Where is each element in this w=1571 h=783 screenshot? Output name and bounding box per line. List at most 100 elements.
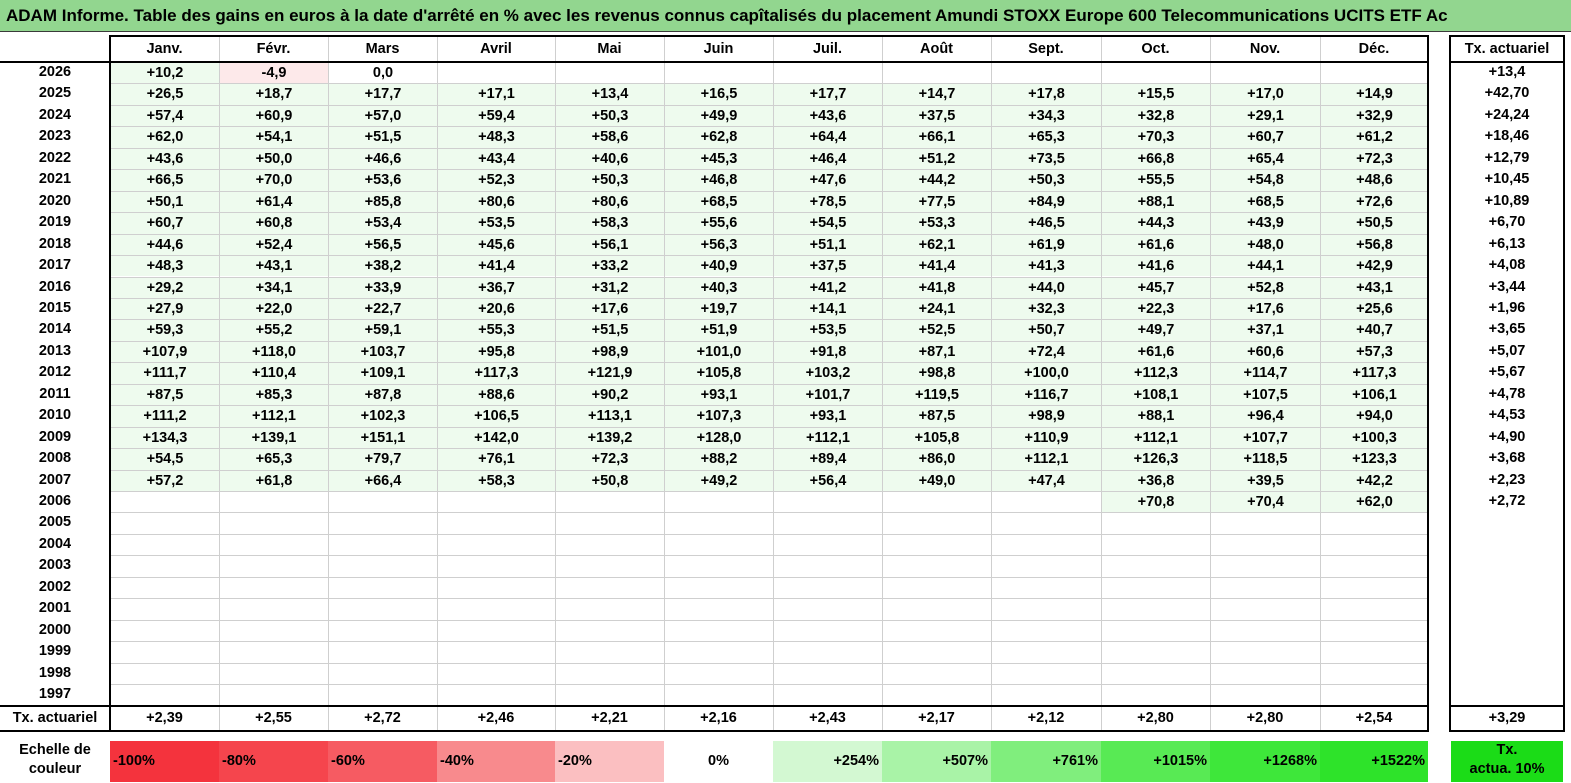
table-cell — [992, 664, 1101, 684]
footer-cell: +2,12 — [1027, 710, 1065, 726]
table-cell: +29,1 — [1211, 105, 1320, 127]
table-cell: +86,0 — [883, 449, 991, 470]
row-gridline — [110, 405, 1428, 407]
page-title: ADAM Informe. Table des gains en euros à… — [0, 0, 1571, 32]
table-cell: +45,6 — [438, 234, 555, 256]
table-cell: +41,4 — [883, 256, 991, 277]
table-cell: +43,6 — [111, 148, 219, 170]
row-year: 2018 — [38, 235, 72, 252]
table-cell: +93,1 — [665, 384, 773, 406]
table-cell: +96,4 — [1211, 406, 1320, 427]
table-cell: +126,3 — [1102, 449, 1210, 470]
table-cell: +151,1 — [329, 427, 437, 449]
table-cell: +52,5 — [883, 320, 991, 341]
column-gridline — [555, 37, 556, 731]
table-cell: +52,3 — [438, 170, 555, 191]
table-cell: +103,2 — [774, 363, 882, 384]
table-cell — [665, 492, 773, 512]
table-cell — [220, 513, 328, 533]
table-cell: +76,1 — [438, 449, 555, 470]
table-cell: +87,5 — [883, 406, 991, 427]
month-header: Févr. — [256, 41, 291, 57]
row-tx-actuariel: +10,45 — [1484, 171, 1530, 188]
table-cell — [883, 578, 991, 598]
table-cell: +33,9 — [329, 277, 437, 298]
month-header: Mai — [597, 41, 622, 57]
footer-cell: +2,55 — [255, 710, 292, 726]
table-cell: +58,3 — [438, 470, 555, 491]
table-cell: +61,8 — [220, 470, 328, 491]
table-cell — [1211, 685, 1320, 705]
table-cell — [556, 578, 664, 598]
table-cell: +22,3 — [1102, 298, 1210, 320]
table-cell: +66,4 — [329, 470, 437, 491]
table-cell — [774, 513, 882, 533]
table-cell: +57,0 — [329, 105, 437, 127]
scale-swatch-label: -40% — [440, 753, 474, 769]
row-year: 2007 — [38, 471, 72, 488]
table-cell: +52,4 — [220, 234, 328, 256]
table-border — [109, 35, 111, 731]
row-year: 2000 — [38, 621, 72, 638]
table-cell — [992, 63, 1101, 83]
table-cell: +17,7 — [329, 84, 437, 105]
table-cell: +87,8 — [329, 384, 437, 406]
row-gridline — [110, 212, 1428, 214]
table-cell: +60,7 — [111, 213, 219, 234]
table-cell: +66,8 — [1102, 148, 1210, 170]
table-cell — [1211, 599, 1320, 619]
table-cell: +51,9 — [665, 320, 773, 341]
row-year: 2008 — [38, 450, 72, 467]
table-cell: +45,7 — [1102, 277, 1210, 298]
table-cell — [992, 513, 1101, 533]
table-cell: +52,8 — [1211, 277, 1320, 298]
table-cell — [992, 599, 1101, 619]
scale-swatch-label: -20% — [558, 753, 592, 769]
row-year: 2025 — [38, 85, 72, 102]
table-cell: +43,1 — [1321, 277, 1428, 298]
table-cell: +88,6 — [438, 384, 555, 406]
table-cell: +119,5 — [883, 384, 991, 406]
table-cell: +48,3 — [438, 127, 555, 148]
table-cell — [883, 492, 991, 512]
table-cell — [556, 556, 664, 576]
row-gridline — [110, 233, 1428, 235]
table-cell — [111, 642, 219, 662]
table-cell — [883, 685, 991, 705]
table-cell: +50,0 — [220, 148, 328, 170]
table-border — [1449, 705, 1565, 707]
table-cell: +54,5 — [774, 213, 882, 234]
table-cell: +55,3 — [438, 320, 555, 341]
table-cell: +110,9 — [992, 427, 1101, 449]
footer-cell: +2,80 — [1137, 710, 1174, 726]
row-tx-actuariel — [1451, 598, 1563, 619]
table-cell — [111, 535, 219, 555]
row-gridline — [110, 190, 1428, 192]
table-cell: +16,5 — [665, 84, 773, 105]
table-cell: +15,5 — [1102, 84, 1210, 105]
table-cell — [665, 642, 773, 662]
row-tx-actuariel: +6,70 — [1488, 214, 1526, 231]
table-cell: +68,5 — [665, 191, 773, 213]
table-cell: +78,5 — [774, 191, 882, 213]
scale-tx-line2: actua. 10% — [1469, 761, 1545, 777]
table-cell — [1102, 642, 1210, 662]
table-cell: +41,6 — [1102, 256, 1210, 277]
table-cell — [665, 513, 773, 533]
table-cell — [665, 685, 773, 705]
table-cell: +24,1 — [883, 298, 991, 320]
scale-label: Echelle de couleur — [0, 741, 110, 782]
table-cell — [111, 599, 219, 619]
row-gridline — [110, 469, 1428, 471]
table-cell: +98,9 — [556, 341, 664, 363]
table-cell: +26,5 — [111, 84, 219, 105]
row-tx-actuariel: +18,46 — [1484, 128, 1530, 145]
table-cell: +62,8 — [665, 127, 773, 148]
table-cell — [1211, 642, 1320, 662]
row-gridline — [110, 340, 1428, 342]
table-cell — [883, 535, 991, 555]
footer-cell: +2,17 — [918, 710, 955, 726]
table-cell: +17,7 — [774, 84, 882, 105]
row-tx-actuariel — [1451, 555, 1563, 576]
column-gridline — [328, 37, 329, 731]
